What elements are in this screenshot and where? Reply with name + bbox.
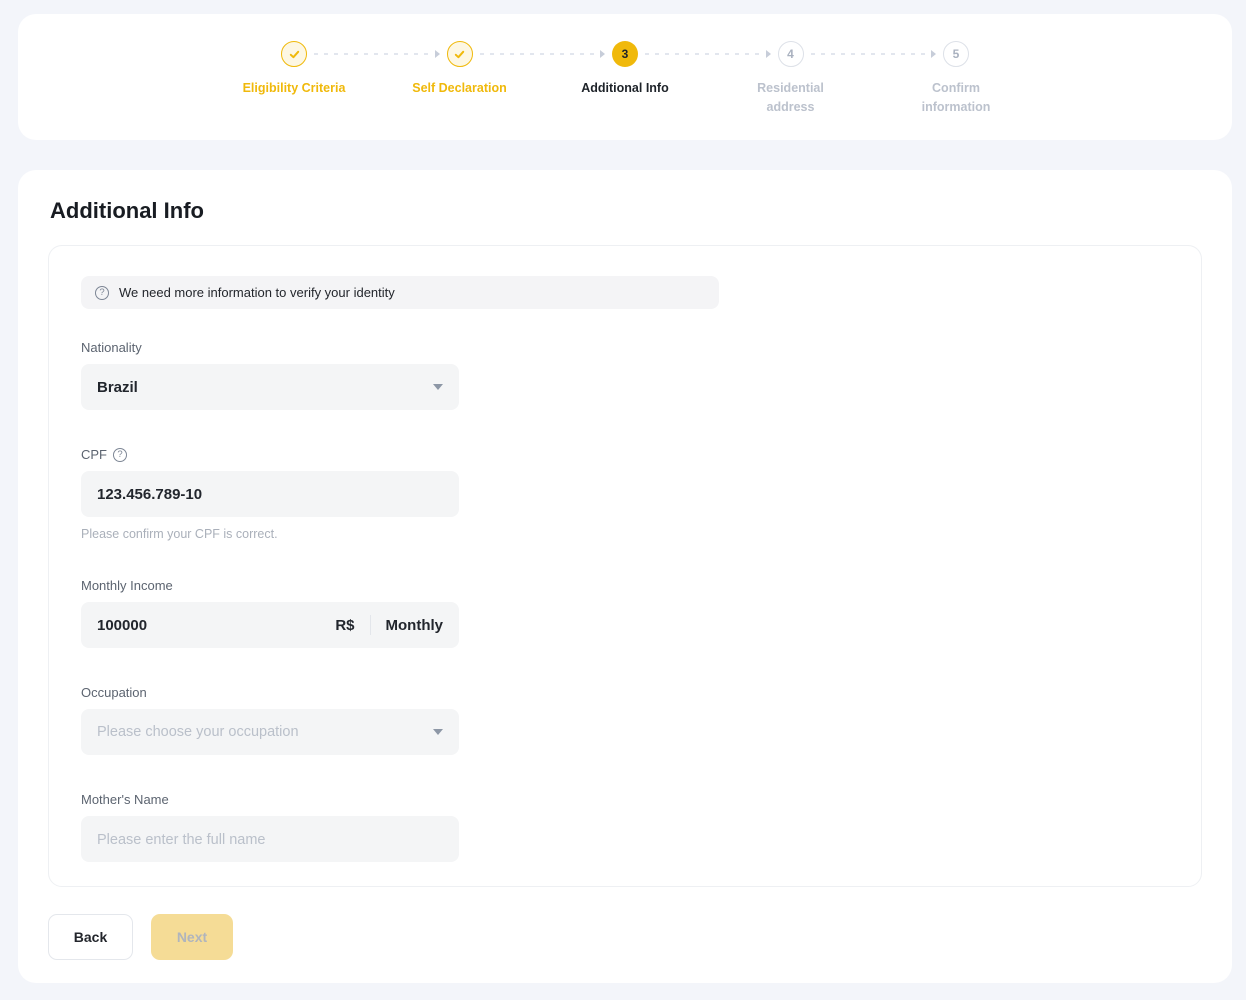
step-circle-active: 3: [612, 41, 638, 67]
additional-info-card: Additional Info ? We need more informati…: [18, 170, 1232, 983]
monthly-income-field-group: Monthly Income R$ Monthly: [81, 578, 459, 648]
occupation-label: Occupation: [81, 685, 459, 700]
step-circle-upcoming: 5: [943, 41, 969, 67]
monthly-income-input[interactable]: [97, 617, 335, 634]
form-actions: Back Next: [48, 914, 1202, 960]
mothers-name-input[interactable]: [97, 831, 443, 848]
back-button[interactable]: Back: [48, 914, 133, 960]
help-circle-icon[interactable]: ?: [113, 448, 127, 462]
cpf-input-wrap: [81, 471, 459, 517]
page-title: Additional Info: [50, 198, 1202, 224]
arrow-right-icon: [931, 50, 936, 58]
step-eligibility-criteria: Eligibility Criteria: [281, 41, 307, 67]
chevron-down-icon: [433, 384, 443, 390]
step-connector: [480, 41, 606, 67]
step-additional-info: 3 Additional Info: [612, 41, 638, 67]
step-connector: [314, 41, 440, 67]
income-period-label: Monthly: [386, 617, 444, 634]
step-label: Eligibility Criteria: [243, 79, 346, 98]
cpf-input[interactable]: [97, 486, 443, 503]
step-label: Residential address: [744, 79, 838, 118]
step-label: Confirm information: [909, 79, 1003, 118]
arrow-right-icon: [600, 50, 605, 58]
check-icon: [288, 48, 301, 61]
arrow-right-icon: [435, 50, 440, 58]
step-residential-address: 4 Residential address: [778, 41, 804, 67]
progress-stepper: Eligibility Criteria Self Declaration: [281, 41, 969, 67]
step-label: Self Declaration: [412, 79, 506, 98]
cpf-label: CPF ?: [81, 447, 459, 462]
help-circle-icon: ?: [95, 286, 109, 300]
step-circle-completed: [281, 41, 307, 67]
next-button[interactable]: Next: [151, 914, 233, 960]
info-banner: ? We need more information to verify you…: [81, 276, 719, 309]
suffix-divider: [370, 615, 371, 635]
step-connector: [645, 41, 771, 67]
occupation-placeholder: Please choose your occupation: [97, 724, 299, 740]
arrow-right-icon: [766, 50, 771, 58]
info-banner-text: We need more information to verify your …: [119, 285, 395, 300]
mothers-name-input-wrap: [81, 816, 459, 862]
monthly-income-label: Monthly Income: [81, 578, 459, 593]
check-icon: [453, 48, 466, 61]
step-circle-upcoming: 4: [778, 41, 804, 67]
chevron-down-icon: [433, 729, 443, 735]
currency-label: R$: [335, 617, 354, 634]
cpf-field-group: CPF ? Please confirm your CPF is correct…: [81, 447, 459, 541]
form-panel: ? We need more information to verify you…: [48, 245, 1202, 887]
step-circle-completed: [447, 41, 473, 67]
nationality-value: Brazil: [97, 379, 138, 396]
monthly-income-input-wrap: R$ Monthly: [81, 602, 459, 648]
income-suffix: R$ Monthly: [335, 615, 443, 635]
mothers-name-label: Mother's Name: [81, 792, 459, 807]
kyc-verification-page: Eligibility Criteria Self Declaration: [0, 0, 1246, 1000]
step-confirm-information: 5 Confirm information: [943, 41, 969, 67]
step-self-declaration: Self Declaration: [447, 41, 473, 67]
occupation-select[interactable]: Please choose your occupation: [81, 709, 459, 755]
step-connector: [811, 41, 937, 67]
mothers-name-field-group: Mother's Name: [81, 792, 459, 862]
stepper-card: Eligibility Criteria Self Declaration: [18, 14, 1232, 140]
occupation-field-group: Occupation Please choose your occupation: [81, 685, 459, 755]
nationality-select[interactable]: Brazil: [81, 364, 459, 410]
nationality-field-group: Nationality Brazil: [81, 340, 459, 410]
nationality-label: Nationality: [81, 340, 459, 355]
cpf-hint: Please confirm your CPF is correct.: [81, 527, 459, 541]
step-label: Additional Info: [578, 79, 672, 98]
